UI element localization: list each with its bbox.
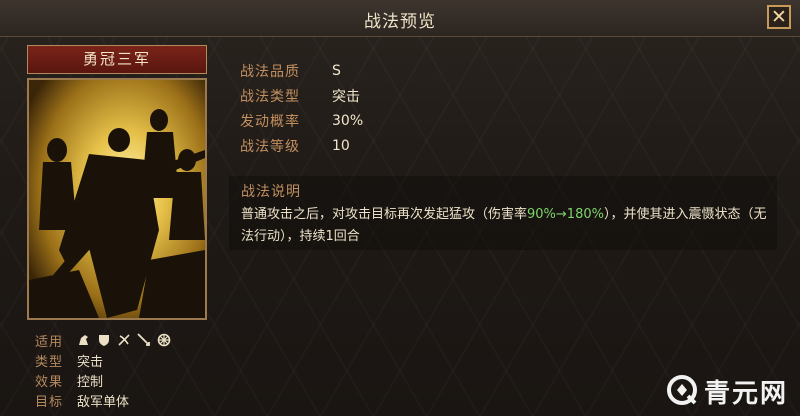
info-type: 战法类型 突击 [240, 83, 363, 108]
chariot-icon [157, 333, 171, 347]
skill-card-art [27, 78, 207, 320]
level-label: 战法等级 [240, 138, 300, 155]
description-text: 普通攻击之后，对攻击目标再次发起猛攻（伤害率90%→180%），并使其进入震慑状… [241, 204, 769, 248]
info-rate: 发动概率 30% [240, 108, 363, 133]
attr-applicable-label: 适用 [35, 334, 64, 350]
close-button[interactable]: ✕ [767, 5, 791, 29]
quality-label: 战法品质 [240, 63, 300, 80]
window-title: 战法预览 [364, 12, 436, 32]
level-value: 10 [332, 137, 350, 154]
attr-type-value: 突击 [77, 354, 104, 370]
spear-icon [137, 333, 151, 347]
attr-effect-value: 控制 [77, 374, 104, 390]
cavalry-icon [77, 333, 91, 347]
description-title: 战法说明 [241, 184, 301, 200]
attr-effect: 效果 控制 [35, 370, 171, 390]
skill-preview-window: 战法预览 ✕ 勇冠三军 适用 类型 突击 效果 控制 目标 敌军单体 战法品质 … [0, 0, 800, 416]
skill-description: 战法说明 普通攻击之后，对攻击目标再次发起猛攻（伤害率90%→180%），并使其… [229, 176, 777, 250]
rate-label: 发动概率 [240, 113, 300, 130]
attr-target-label: 目标 [35, 394, 64, 410]
attr-applicable: 适用 [35, 330, 171, 350]
title-bar: 战法预览 ✕ [0, 0, 800, 37]
damage-rate-highlight: 90%→180% [527, 207, 604, 222]
type-label: 战法类型 [240, 88, 300, 105]
watermark-text: 青元网 [703, 379, 788, 409]
attr-effect-label: 效果 [35, 374, 64, 390]
info-level: 战法等级 10 [240, 133, 363, 158]
skill-card-name: 勇冠三军 [27, 45, 207, 74]
attr-target-value: 敌军单体 [77, 394, 130, 410]
rate-value: 30% [332, 112, 364, 129]
attr-type-label: 类型 [35, 354, 64, 370]
description-text-before: 普通攻击之后，对攻击目标再次发起猛攻（伤害率 [241, 207, 528, 222]
watermark: 青元网 [666, 373, 788, 410]
bow-icon [117, 333, 131, 347]
type-value: 突击 [332, 88, 360, 105]
skill-info: 战法品质 S 战法类型 突击 发动概率 30% 战法等级 10 [240, 58, 363, 158]
shield-icon [97, 333, 111, 347]
quality-value: S [332, 62, 341, 79]
attr-type: 类型 突击 [35, 350, 171, 370]
info-quality: 战法品质 S [240, 58, 363, 83]
attr-target: 目标 敌军单体 [35, 390, 171, 410]
skill-attributes: 适用 类型 突击 效果 控制 目标 敌军单体 [35, 330, 171, 410]
watermark-logo-icon [666, 374, 698, 410]
troop-type-icons [77, 333, 171, 347]
